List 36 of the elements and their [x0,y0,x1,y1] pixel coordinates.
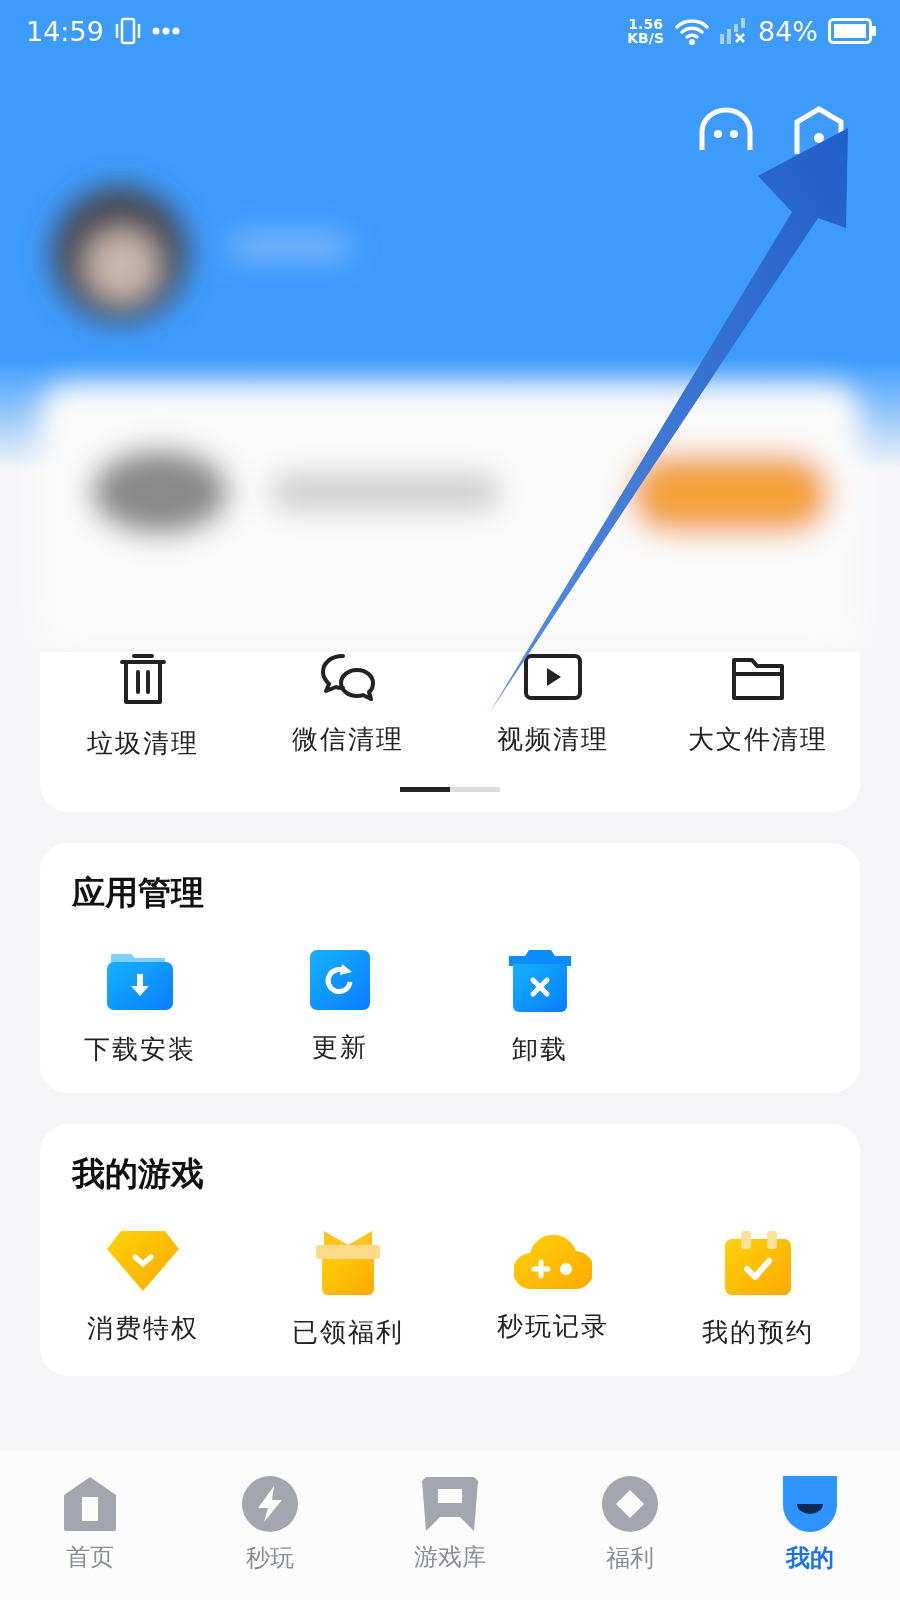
home-icon [64,1477,116,1531]
nav-tab[interactable]: 我的 [720,1476,900,1574]
game-feature-label[interactable]: 已领福利 [291,1315,404,1350]
section-title: 应用管理 [71,872,205,914]
cleanup-label[interactable]: 大文件清理 [687,722,828,757]
game-library-icon [422,1477,478,1531]
trash-icon [117,652,168,706]
battery-icon [828,18,876,44]
diamond-coin-icon [602,1476,658,1532]
gem-icon [106,1231,179,1291]
no-signal-icon [720,18,748,44]
app-action-label[interactable]: 更新 [312,1030,368,1065]
app-action-label[interactable]: 下载安装 [84,1032,196,1067]
video-play-icon [522,652,583,702]
status-time: 14:59 [26,15,104,47]
game-feature-label[interactable]: 消费特权 [86,1311,199,1346]
app-action-label[interactable]: 卸载 [512,1032,568,1067]
smile-drop-icon [783,1476,837,1532]
cleanup-label[interactable]: 微信清理 [291,722,404,757]
battery-level: 84% [758,15,818,47]
game-feature-label[interactable]: 我的预约 [701,1315,814,1350]
wifi-icon [674,17,710,45]
refresh-icon [310,950,370,1010]
more-dots-icon [151,27,180,35]
chat-bubbles-icon [318,652,377,702]
cleanup-label[interactable]: 视频清理 [496,722,609,757]
section-title: 我的游戏 [70,1153,205,1195]
lightning-icon [242,1476,298,1532]
game-feature-label[interactable]: 秒玩记录 [496,1309,609,1344]
calendar-check-icon [724,1231,791,1295]
gift-icon [315,1231,380,1295]
net-speed-value: 1.56 [628,17,663,31]
vibrate-icon [113,16,142,46]
cleanup-label[interactable]: 垃圾清理 [86,726,199,761]
trash-x-icon [507,950,573,1012]
net-speed-unit: KB/S [627,31,664,45]
